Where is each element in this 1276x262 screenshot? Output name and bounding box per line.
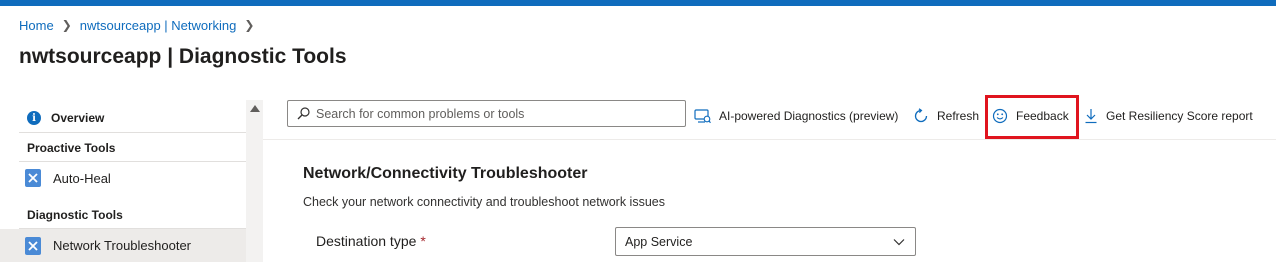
ai-diagnostics-icon xyxy=(694,108,711,124)
search-input[interactable] xyxy=(316,106,676,121)
page-title: nwtsourceapp | Diagnostic Tools xyxy=(19,45,347,68)
download-icon xyxy=(1084,108,1098,124)
breadcrumb: Home ❯ nwtsourceapp | Networking ❯ xyxy=(19,16,262,34)
chevron-down-icon xyxy=(893,238,905,245)
refresh-button[interactable]: Refresh xyxy=(913,104,979,128)
sidebar-item-label: Auto-Heal xyxy=(53,170,111,186)
sidebar-item-network-troubleshooter[interactable]: Network Troubleshooter xyxy=(0,229,246,262)
sidebar-item-label: Network Troubleshooter xyxy=(53,238,192,253)
search-box[interactable] xyxy=(287,100,686,127)
destination-type-value: App Service xyxy=(625,234,693,249)
chevron-right-icon: ❯ xyxy=(244,18,255,32)
tool-icon xyxy=(25,236,41,255)
sidebar-scrollbar[interactable] xyxy=(246,100,263,262)
feedback-highlight-box xyxy=(985,95,1079,139)
ai-diagnostics-button[interactable]: AI-powered Diagnostics (preview) xyxy=(694,104,898,128)
section-description: Check your network connectivity and trou… xyxy=(303,195,665,209)
resiliency-score-button[interactable]: Get Resiliency Score report xyxy=(1084,104,1253,128)
refresh-icon xyxy=(913,108,929,124)
sidebar-divider xyxy=(19,132,246,133)
info-icon: i xyxy=(27,111,41,125)
destination-type-text: Destination type xyxy=(316,233,417,249)
section-title: Network/Connectivity Troubleshooter xyxy=(303,165,588,182)
sidebar-item-label: Overview xyxy=(51,111,105,125)
sidebar-item-overview[interactable]: i Overview xyxy=(0,108,246,128)
sidebar-item-auto-heal[interactable]: Auto-Heal xyxy=(0,166,246,190)
sidebar: i Overview Proactive Tools Auto-Heal Dia… xyxy=(0,100,246,262)
refresh-label: Refresh xyxy=(937,109,980,123)
search-icon xyxy=(297,107,310,120)
tool-icon xyxy=(25,169,41,187)
required-marker: * xyxy=(420,233,426,249)
top-accent-bar xyxy=(0,0,1276,6)
destination-type-label: Destination type * xyxy=(316,233,426,249)
breadcrumb-networking[interactable]: nwtsourceapp | Networking xyxy=(80,18,237,33)
ai-diagnostics-label: AI-powered Diagnostics (preview) xyxy=(719,109,899,123)
sidebar-section-proactive: Proactive Tools xyxy=(27,141,116,155)
sidebar-divider xyxy=(19,161,246,162)
scroll-up-icon[interactable] xyxy=(250,105,260,112)
breadcrumb-home[interactable]: Home xyxy=(19,18,54,33)
destination-type-dropdown[interactable]: App Service xyxy=(615,227,916,256)
chevron-right-icon: ❯ xyxy=(61,18,72,32)
toolbar-divider xyxy=(263,139,1276,140)
resiliency-score-label: Get Resiliency Score report xyxy=(1106,109,1253,123)
sidebar-section-diagnostic: Diagnostic Tools xyxy=(27,208,123,222)
